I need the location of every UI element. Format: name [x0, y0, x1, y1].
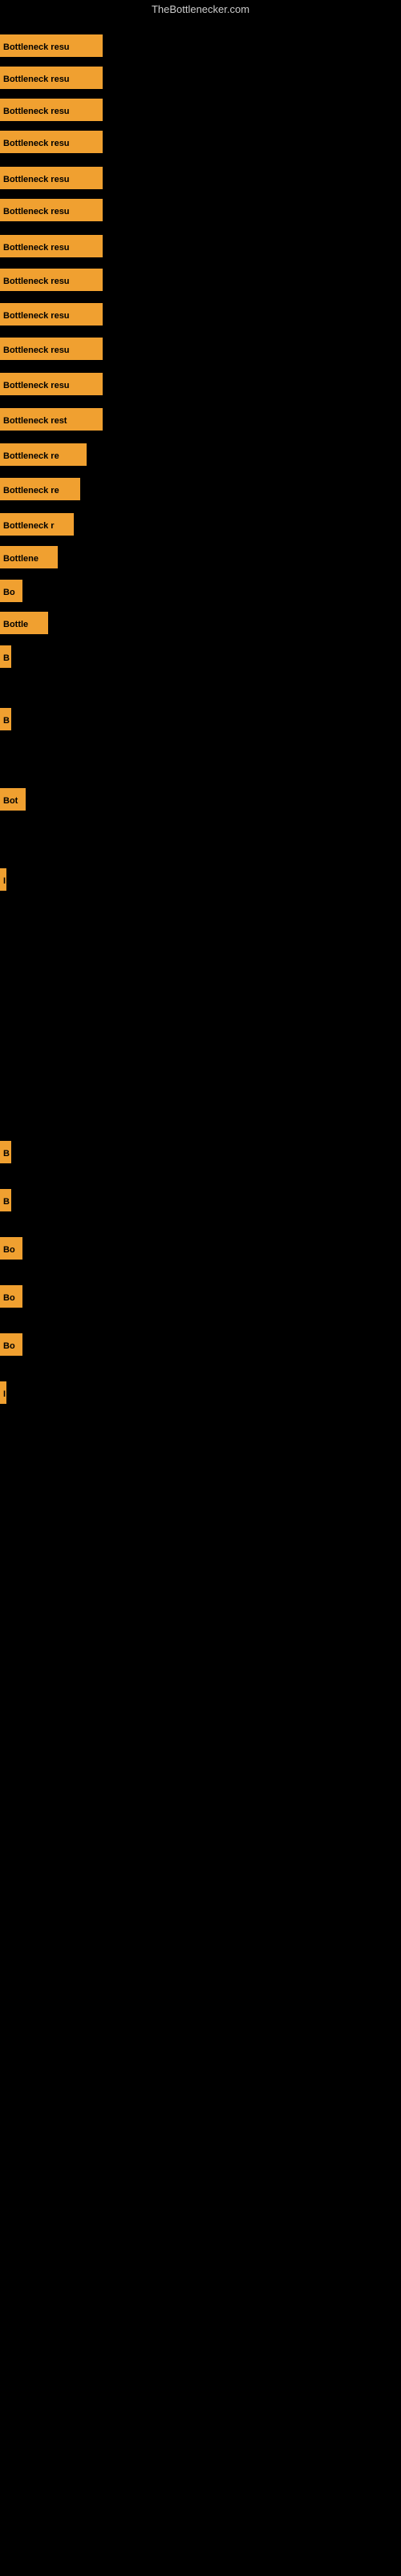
bar-label-25: Bo [0, 1285, 22, 1308]
bar-item-25: Bo [0, 1285, 22, 1308]
bar-label-10: Bottleneck resu [0, 373, 103, 395]
bar-label-22: B [0, 1141, 11, 1163]
bar-label-18: B [0, 645, 11, 668]
bar-item-21: I [0, 868, 6, 891]
bar-item-19: B [0, 708, 11, 730]
bar-label-1: Bottleneck resu [0, 67, 103, 89]
bar-item-23: B [0, 1189, 11, 1211]
bar-label-20: Bot [0, 788, 26, 811]
bar-label-0: Bottleneck resu [0, 34, 103, 57]
bar-label-15: Bottlene [0, 546, 58, 568]
bar-item-8: Bottleneck resu [0, 303, 103, 326]
bar-item-27: I [0, 1381, 6, 1404]
bar-item-7: Bottleneck resu [0, 269, 103, 291]
bar-item-6: Bottleneck resu [0, 235, 103, 257]
bar-label-19: B [0, 708, 11, 730]
bar-label-14: Bottleneck r [0, 513, 74, 536]
bar-label-12: Bottleneck re [0, 443, 87, 466]
bar-label-8: Bottleneck resu [0, 303, 103, 326]
bar-item-18: B [0, 645, 11, 668]
bar-item-14: Bottleneck r [0, 513, 74, 536]
bar-label-4: Bottleneck resu [0, 167, 103, 189]
bar-item-1: Bottleneck resu [0, 67, 103, 89]
bar-label-21: I [0, 868, 6, 891]
bar-item-2: Bottleneck resu [0, 99, 103, 121]
bar-item-9: Bottleneck resu [0, 338, 103, 360]
site-title: TheBottlenecker.com [0, 0, 401, 18]
bar-item-0: Bottleneck resu [0, 34, 103, 57]
bar-label-23: B [0, 1189, 11, 1211]
bar-label-2: Bottleneck resu [0, 99, 103, 121]
bar-item-11: Bottleneck rest [0, 408, 103, 431]
bar-label-7: Bottleneck resu [0, 269, 103, 291]
bar-label-11: Bottleneck rest [0, 408, 103, 431]
bar-label-16: Bo [0, 580, 22, 602]
bar-label-5: Bottleneck resu [0, 199, 103, 221]
bar-item-20: Bot [0, 788, 26, 811]
bar-item-10: Bottleneck resu [0, 373, 103, 395]
bar-item-22: B [0, 1141, 11, 1163]
bar-label-17: Bottle [0, 612, 48, 634]
bar-item-26: Bo [0, 1333, 22, 1356]
bar-label-27: I [0, 1381, 6, 1404]
bar-item-13: Bottleneck re [0, 478, 80, 500]
bar-item-12: Bottleneck re [0, 443, 87, 466]
bar-item-4: Bottleneck resu [0, 167, 103, 189]
bar-label-3: Bottleneck resu [0, 131, 103, 153]
bar-label-26: Bo [0, 1333, 22, 1356]
bar-item-3: Bottleneck resu [0, 131, 103, 153]
bar-label-9: Bottleneck resu [0, 338, 103, 360]
bar-label-13: Bottleneck re [0, 478, 80, 500]
bar-item-24: Bo [0, 1237, 22, 1260]
bar-item-5: Bottleneck resu [0, 199, 103, 221]
bar-item-15: Bottlene [0, 546, 58, 568]
bar-item-17: Bottle [0, 612, 48, 634]
bar-item-16: Bo [0, 580, 22, 602]
bar-label-6: Bottleneck resu [0, 235, 103, 257]
bar-label-24: Bo [0, 1237, 22, 1260]
